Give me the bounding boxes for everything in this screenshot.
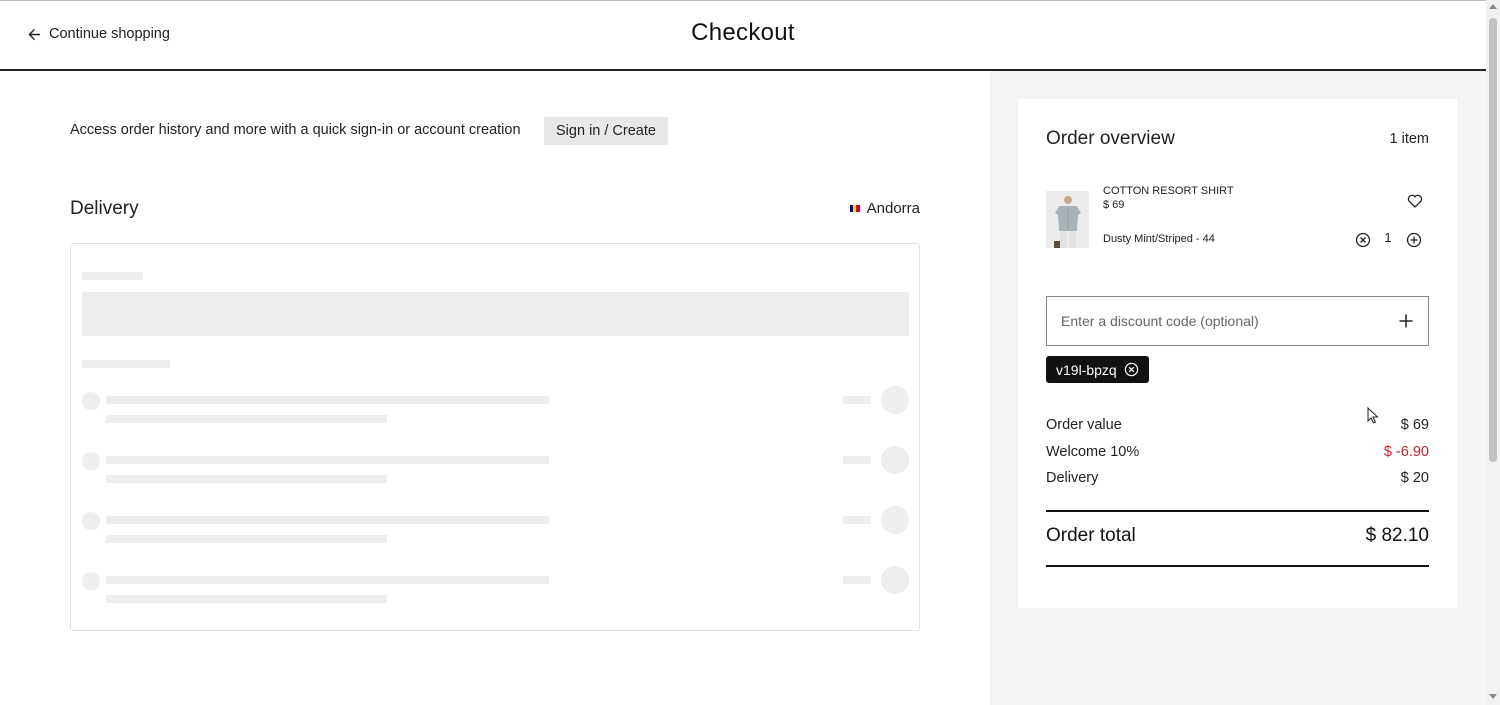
order-value-amount: $ 69: [1400, 417, 1429, 433]
discount-amount: $ -6.90: [1383, 444, 1429, 460]
plus-icon[interactable]: [1398, 313, 1414, 329]
skeleton-bar: [82, 272, 143, 280]
signin-create-button[interactable]: Sign in / Create: [544, 117, 668, 145]
skeleton-bar: [106, 595, 387, 603]
skeleton-radio: [82, 452, 100, 470]
country-selector[interactable]: Andorra: [849, 200, 920, 217]
order-overview-title: Order overview: [1046, 128, 1175, 149]
checkout-main: Access order history and more with a qui…: [0, 71, 990, 705]
scroll-up-arrow-icon[interactable]: [1489, 4, 1497, 9]
skeleton-radio: [82, 512, 100, 530]
skeleton-logo: [881, 566, 909, 594]
page-title: Checkout: [691, 19, 795, 46]
discount-row: Welcome 10% $ -6.90: [1046, 444, 1429, 460]
order-sidebar: Order overview 1 item COTTON RESORT SHIR…: [990, 71, 1486, 705]
scrollbar-thumb[interactable]: [1489, 18, 1497, 462]
product-price: $ 69: [1103, 199, 1125, 211]
skeleton-bar: [106, 456, 549, 464]
shirt-image-icon: [1046, 191, 1089, 248]
skeleton-bar: [843, 576, 871, 584]
page-scrollbar[interactable]: [1486, 0, 1500, 705]
remove-circle-icon[interactable]: [1355, 232, 1371, 248]
order-overview-card: Order overview 1 item COTTON RESORT SHIR…: [1018, 99, 1457, 608]
remove-code-icon[interactable]: [1124, 362, 1139, 377]
checkout-header: Continue shopping Checkout: [0, 0, 1486, 71]
delivery-row: Delivery $ 20: [1046, 470, 1429, 486]
product-variant: Dusty Mint/Striped - 44: [1103, 233, 1215, 245]
quantity-value: 1: [1384, 230, 1392, 245]
total-divider-bottom: [1046, 565, 1429, 567]
plus-circle-icon[interactable]: [1406, 232, 1422, 248]
andorra-flag-icon: [849, 205, 860, 212]
skeleton-bar: [843, 516, 871, 524]
skeleton-bar: [843, 456, 871, 464]
skeleton-bar: [82, 360, 170, 368]
delivery-amount: $ 20: [1400, 470, 1429, 486]
delivery-loading-skeleton: [70, 243, 920, 631]
skeleton-bar: [106, 516, 549, 524]
product-name[interactable]: COTTON RESORT SHIRT: [1103, 185, 1234, 197]
discount-code-field[interactable]: [1046, 296, 1429, 346]
product-thumbnail[interactable]: [1046, 191, 1089, 248]
discount-code-input[interactable]: [1061, 313, 1381, 329]
applied-discount-code: v19l-bpzq: [1056, 361, 1117, 378]
mouse-cursor-icon: [1367, 407, 1379, 424]
applied-discount-chip: v19l-bpzq: [1046, 356, 1149, 383]
order-total-label: Order total: [1046, 525, 1136, 546]
skeleton-bar: [106, 415, 387, 423]
order-value-label: Order value: [1046, 417, 1122, 433]
country-name: Andorra: [866, 200, 920, 217]
skeleton-bar: [843, 396, 871, 404]
delivery-heading: Delivery: [70, 198, 139, 219]
discount-label: Welcome 10%: [1046, 444, 1140, 460]
order-total-amount: $ 82.10: [1365, 525, 1429, 546]
signin-prompt: Access order history and more with a qui…: [70, 122, 521, 138]
skeleton-input: [82, 292, 909, 336]
skeleton-logo: [881, 506, 909, 534]
order-total-row: Order total $ 82.10: [1046, 525, 1429, 547]
skeleton-logo: [881, 446, 909, 474]
skeleton-bar: [106, 576, 549, 584]
total-divider: [1046, 510, 1429, 512]
skeleton-bar: [106, 475, 387, 483]
skeleton-logo: [881, 386, 909, 414]
skeleton-radio: [82, 392, 100, 410]
order-item-count: 1 item: [1389, 131, 1430, 147]
scroll-down-arrow-icon[interactable]: [1489, 694, 1497, 699]
skeleton-radio: [82, 572, 100, 590]
skeleton-bar: [106, 535, 387, 543]
heart-icon[interactable]: [1407, 193, 1423, 209]
delivery-label: Delivery: [1046, 470, 1099, 486]
skeleton-bar: [106, 396, 549, 404]
